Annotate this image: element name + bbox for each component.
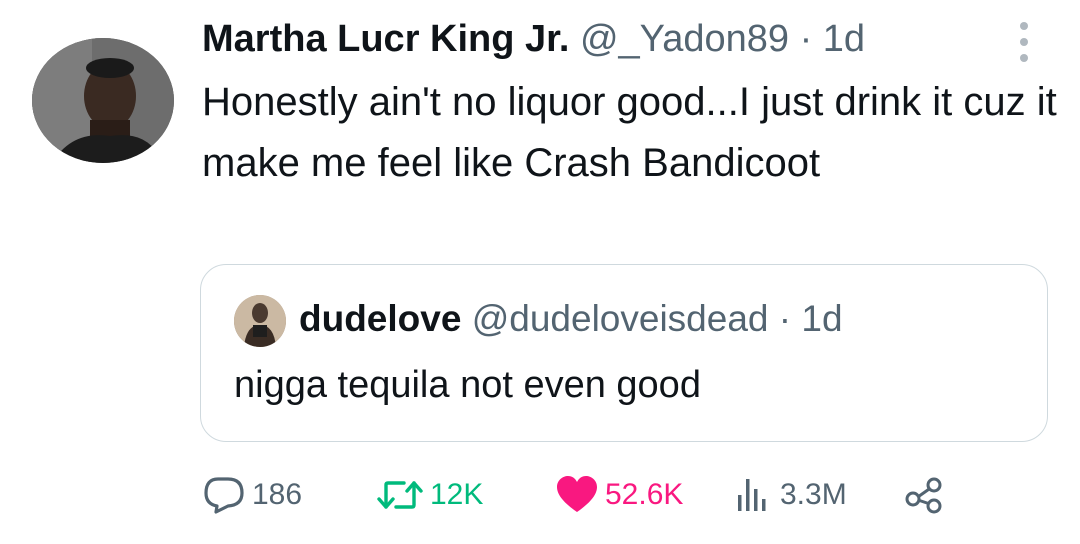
quote-display-name[interactable]: dudelove [299,298,461,339]
avatar[interactable] [32,38,174,163]
like-button[interactable]: 52.6K [555,470,683,520]
quote-tweet-card[interactable]: dudelove @dudeloveisdead · 1d nigga tequ… [200,264,1048,442]
quote-avatar-image [234,295,286,347]
retweet-count: 12K [430,478,484,511]
timestamp[interactable]: 1d [823,18,865,60]
tweet: Martha Lucr King Jr. @_Yadon89 · 1d Hone… [0,0,1080,544]
reply-count: 186 [252,478,303,511]
quote-timestamp: 1d [801,298,843,339]
retweet-arrows-icon [377,481,423,509]
share-button[interactable] [904,470,944,520]
quote-header: dudelove @dudeloveisdead · 1d [299,297,843,341]
quote-text: nigga tequila not even good [234,364,701,406]
quote-avatar [234,295,286,347]
tweet-text: Honestly ain't no liquor good...I just d… [202,80,1057,185]
share-nodes-icon [905,477,942,514]
display-name[interactable]: Martha Lucr King Jr. [202,18,569,60]
heart-filled-icon [557,476,597,512]
more-vertical-icon[interactable] [1014,22,1034,62]
user-handle[interactable]: @_Yadon89 [580,18,789,60]
comment-bubble-icon [204,477,244,514]
tweet-header: Martha Lucr King Jr. @_Yadon89 · 1d [202,16,865,62]
bar-chart-icon [738,479,766,511]
reply-button[interactable]: 186 [202,470,302,520]
avatar-image [32,38,174,163]
retweet-button[interactable]: 12K [376,470,483,520]
views-button[interactable]: 3.3M [734,470,847,520]
views-count: 3.3M [780,478,847,511]
quote-user-handle[interactable]: @dudeloveisdead [472,298,769,339]
quote-separator-dot: · [778,298,792,339]
separator-dot: · [799,18,813,60]
like-count: 52.6K [605,478,684,511]
